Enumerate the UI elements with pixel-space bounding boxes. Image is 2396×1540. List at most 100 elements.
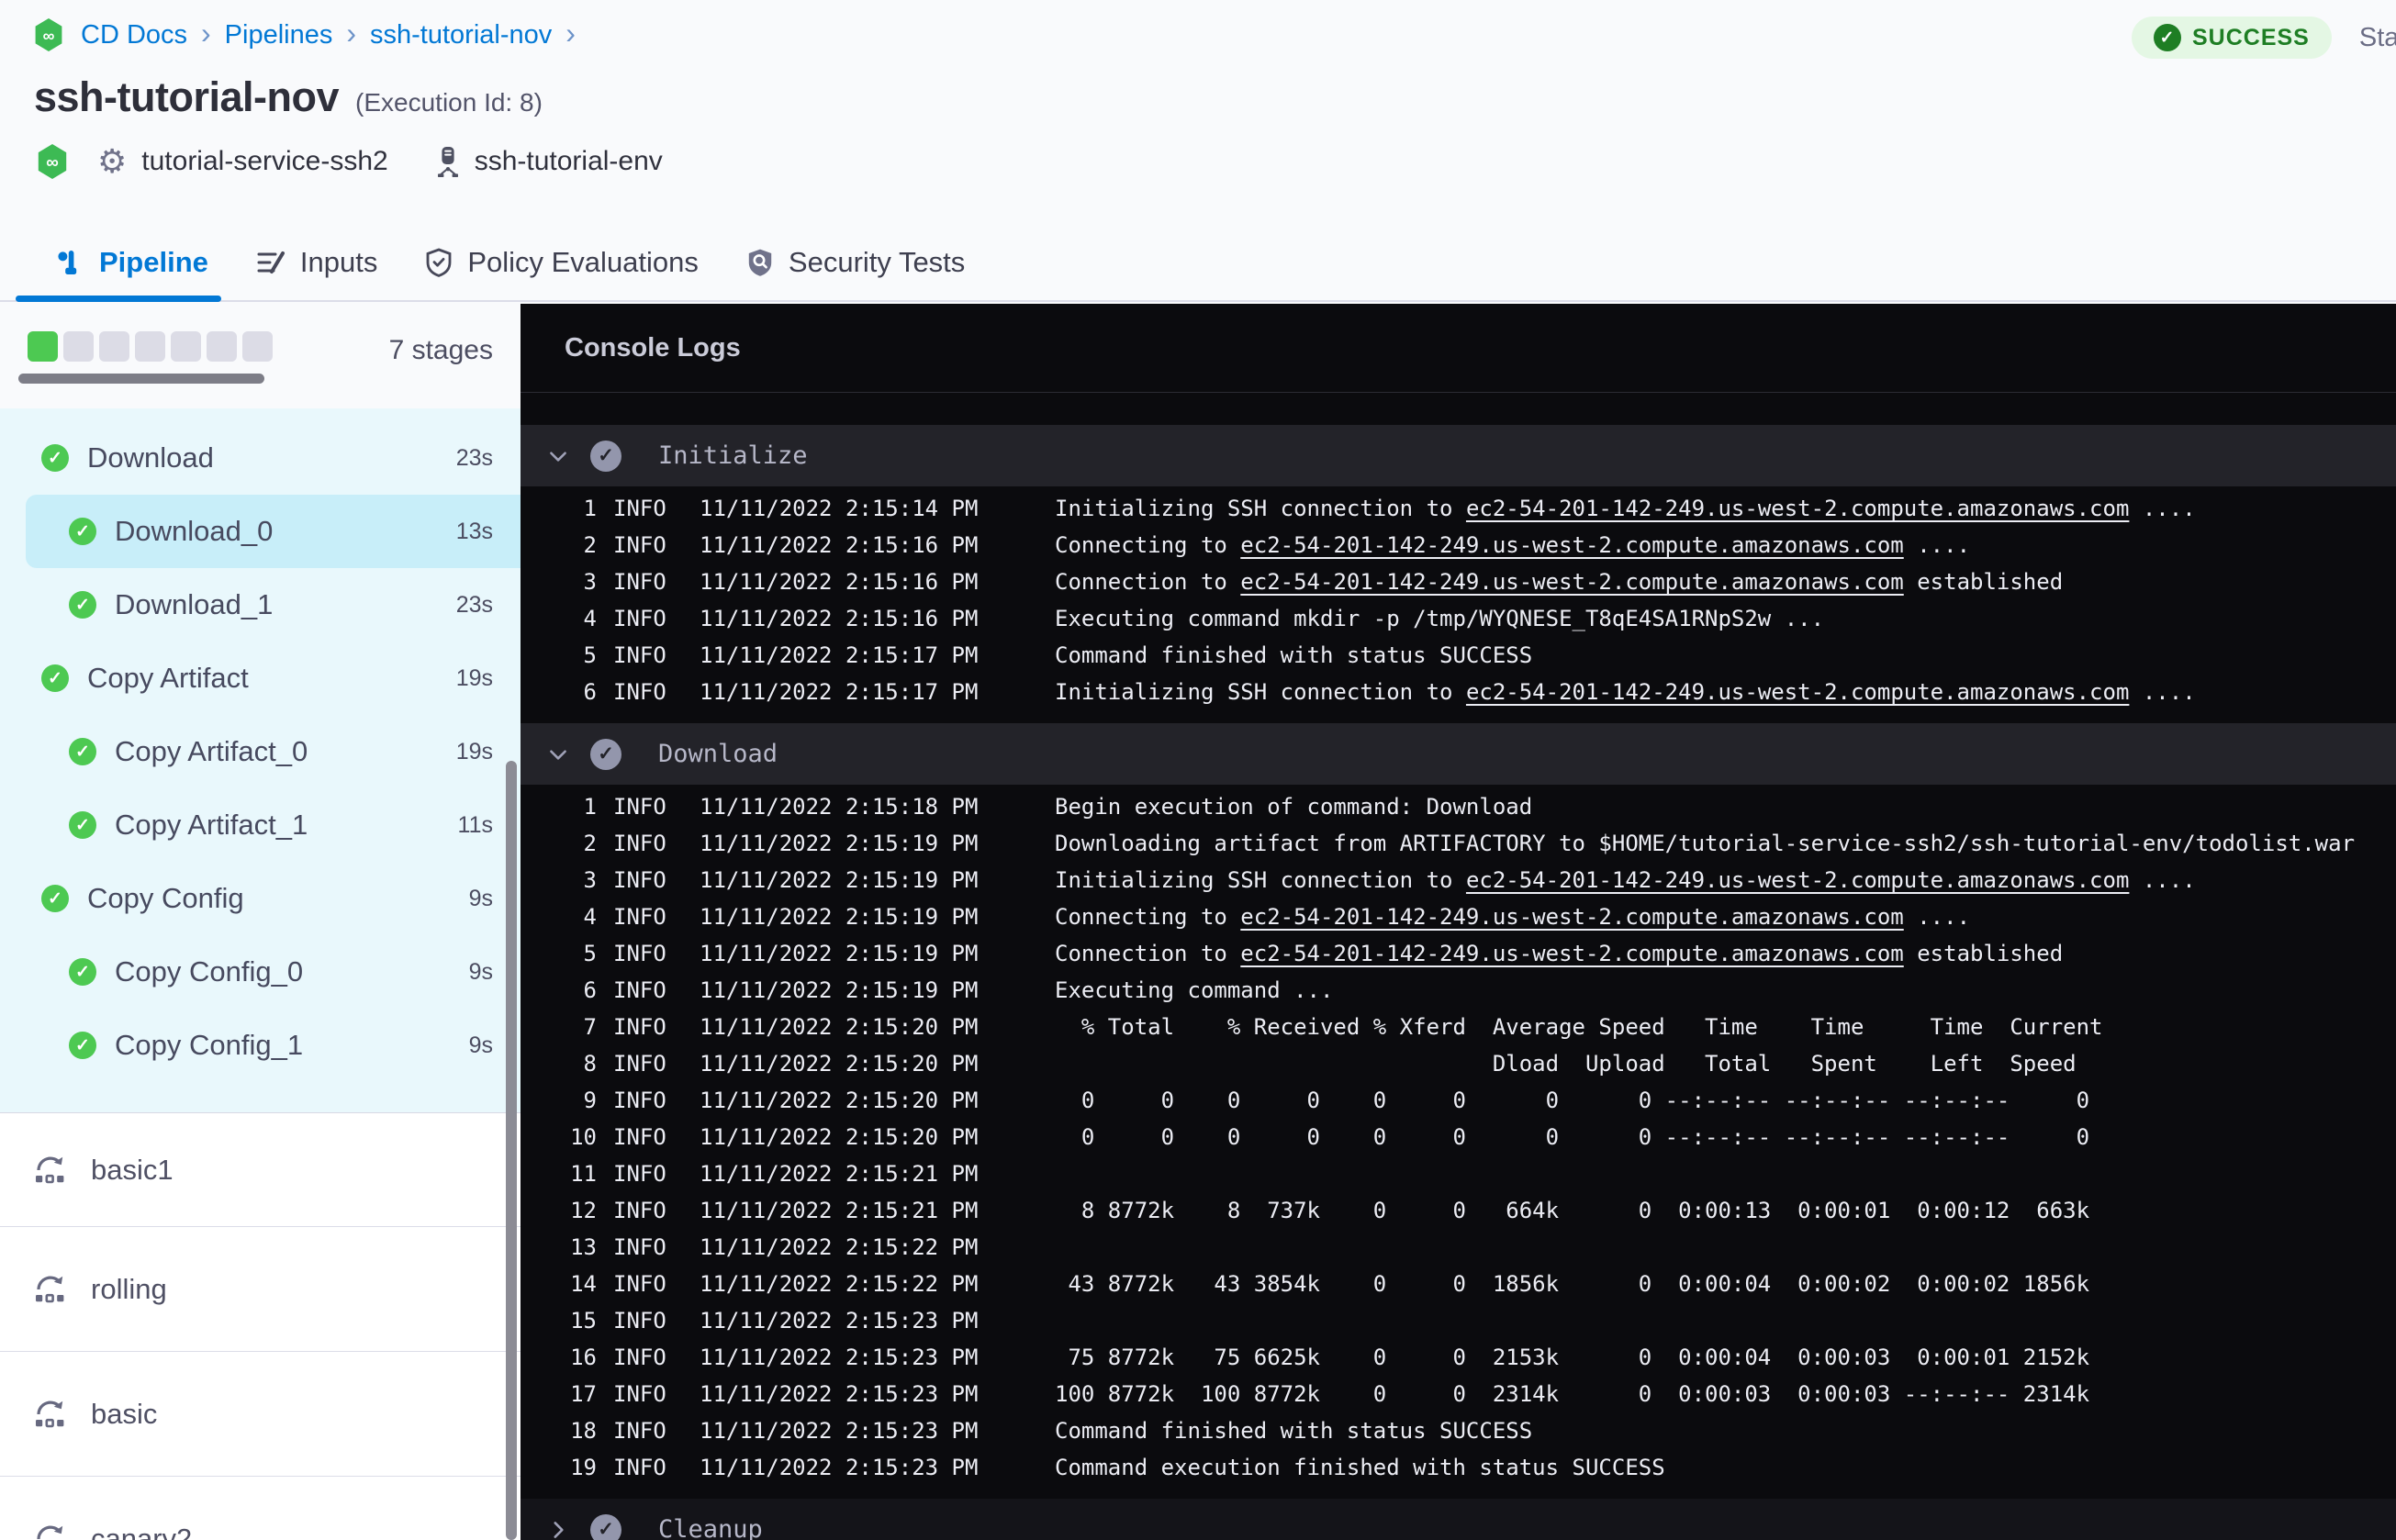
chevron-down-icon[interactable]	[546, 444, 570, 468]
tab-pipeline[interactable]: Pipeline	[16, 225, 221, 302]
log-line: 17 INFO 11/11/2022 2:15:23 PM 100 8772k 100…	[521, 1376, 2396, 1412]
log-level: INFO	[613, 1161, 666, 1187]
log-message: 0 0 0 0 0 0 0 0 --:--:-- --:--:-- --:--:…	[1055, 1124, 2090, 1150]
log-level: INFO	[613, 867, 666, 893]
tab-policy-evaluations[interactable]: Policy Evaluations	[425, 225, 699, 300]
breadcrumb-cd-docs[interactable]: CD Docs	[81, 20, 187, 50]
log-host-link[interactable]: ec2-54-201-142-249.us-west-2.compute.ama…	[1466, 867, 2129, 893]
log-host-link[interactable]: ec2-54-201-142-249.us-west-2.compute.ama…	[1240, 904, 1903, 930]
log-lines: 1 INFO 11/11/2022 2:15:14 PM Initializing S…	[521, 486, 2396, 718]
log-line-number: 6	[583, 977, 597, 1003]
log-section-header-cleanup[interactable]: ✓ Cleanup	[521, 1499, 2396, 1540]
rolling-deploy-icon	[32, 1272, 69, 1307]
service-name[interactable]: tutorial-service-ssh2	[141, 146, 387, 177]
stage-name: Copy Config_1	[115, 1029, 304, 1061]
log-timestamp: 11/11/2022 2:15:22 PM	[700, 1271, 979, 1297]
pipeline-item-basic1[interactable]: basic1	[0, 1113, 521, 1227]
log-message: Command finished with status SUCCESS	[1055, 1418, 1533, 1444]
log-message: Connecting to ec2-54-201-142-249.us-west…	[1055, 532, 1971, 558]
log-level: INFO	[613, 1455, 666, 1480]
log-line: 6 INFO 11/11/2022 2:15:19 PM Executing comm…	[521, 972, 2396, 1009]
tab-security-tests[interactable]: Security Tests	[746, 225, 965, 300]
stage-sidebar: 7 stages ✓ Download 23s ✓ Download_0 13s ✓ Down…	[0, 304, 521, 1540]
log-host-link[interactable]: ec2-54-201-142-249.us-west-2.compute.ama…	[1466, 496, 2129, 521]
pipeline-item-rolling[interactable]: rolling	[0, 1227, 521, 1352]
stage-duration: 9s	[468, 958, 493, 985]
breadcrumb-pipelines[interactable]: Pipelines	[225, 20, 333, 50]
breadcrumb-pipeline-name[interactable]: ssh-tutorial-nov	[370, 20, 552, 50]
log-timestamp: 11/11/2022 2:15:16 PM	[700, 532, 979, 558]
stage-row-copy-artifact_1[interactable]: ✓ Copy Artifact_1 11s	[0, 788, 521, 862]
log-host-link[interactable]: ec2-54-201-142-249.us-west-2.compute.ama…	[1240, 532, 1903, 558]
stage-row-download[interactable]: ✓ Download 23s	[0, 421, 521, 495]
log-line-number: 4	[583, 606, 597, 631]
progress-segment	[171, 331, 201, 362]
stage-row-copy-artifact_0[interactable]: ✓ Copy Artifact_0 19s	[0, 715, 521, 788]
status-badge: ✓ SUCCESS	[2132, 17, 2332, 59]
stage-row-download_0[interactable]: ✓ Download_0 13s	[26, 495, 521, 568]
stage-name: Copy Artifact_1	[115, 809, 308, 841]
progress-segment	[99, 331, 129, 362]
log-line-number: 19	[570, 1455, 597, 1480]
log-line-number: 10	[570, 1124, 597, 1150]
console-body: ✓ Initialize 1 INFO 11/11/2022 2:15:14 PM Ini…	[521, 425, 2396, 1540]
log-line-number: 13	[570, 1234, 597, 1260]
environment-name[interactable]: ssh-tutorial-env	[475, 146, 663, 177]
log-line-number: 8	[583, 1051, 597, 1077]
chevron-down-icon[interactable]	[546, 742, 570, 766]
stage-duration: 9s	[468, 1032, 493, 1058]
log-timestamp: 11/11/2022 2:15:19 PM	[700, 941, 979, 966]
log-message: Connection to ec2-54-201-142-249.us-west…	[1055, 569, 2064, 595]
log-level: INFO	[613, 1418, 666, 1444]
log-message: 43 8772k 43 3854k 0 0 1856k 0 0:00:04 0:…	[1055, 1271, 2090, 1297]
pipeline-item-canary2[interactable]: canary2	[0, 1477, 521, 1540]
shield-magnifier-icon	[746, 248, 774, 277]
log-timestamp: 11/11/2022 2:15:20 PM	[700, 1124, 979, 1150]
log-line: 11 INFO 11/11/2022 2:15:21 PM	[521, 1155, 2396, 1192]
pipeline-name: basic	[91, 1397, 158, 1430]
log-line: 2 INFO 11/11/2022 2:15:19 PM Downloading ar…	[521, 825, 2396, 862]
log-message: Command execution finished with status S…	[1055, 1455, 1665, 1480]
stage-summary: 7 stages	[0, 304, 521, 408]
log-line: 1 INFO 11/11/2022 2:15:18 PM Begin executio…	[521, 788, 2396, 825]
svg-text:∞: ∞	[46, 153, 59, 173]
pipeline-name: rolling	[91, 1272, 167, 1305]
shield-check-icon	[425, 248, 453, 277]
log-level: INFO	[613, 1381, 666, 1407]
stage-row-copy-config_1[interactable]: ✓ Copy Config_1 9s	[0, 1009, 521, 1082]
log-timestamp: 11/11/2022 2:15:17 PM	[700, 642, 979, 668]
log-host-link[interactable]: ec2-54-201-142-249.us-west-2.compute.ama…	[1240, 569, 1903, 595]
console-panel: Console Logs ✓ Initialize 1 INFO 11/11/2022 …	[521, 304, 2396, 1540]
tab-label: Inputs	[299, 246, 378, 278]
log-line: 10 INFO 11/11/2022 2:15:20 PM 0 0 0 0 0 0 …	[521, 1119, 2396, 1155]
tab-inputs[interactable]: Inputs	[256, 225, 377, 300]
stage-row-copy-artifact[interactable]: ✓ Copy Artifact 19s	[0, 642, 521, 715]
pipeline-item-basic[interactable]: basic	[0, 1352, 521, 1477]
log-message: 75 8772k 75 6625k 0 0 2153k 0 0:00:04 0:…	[1055, 1345, 2090, 1370]
log-section-header-download[interactable]: ✓ Download	[521, 723, 2396, 785]
chevron-right-icon[interactable]	[546, 1518, 570, 1540]
log-level: INFO	[613, 1124, 666, 1150]
log-section-title: Download	[658, 740, 778, 768]
success-check-icon: ✓	[41, 444, 69, 472]
log-section-header-initialize[interactable]: ✓ Initialize	[521, 425, 2396, 486]
log-message: 8 8772k 8 737k 0 0 664k 0 0:00:13 0:00:0…	[1055, 1198, 2090, 1223]
stage-row-copy-config[interactable]: ✓ Copy Config 9s	[0, 862, 521, 935]
progress-scrollbar[interactable]	[18, 374, 264, 384]
stage-row-copy-config_0[interactable]: ✓ Copy Config_0 9s	[0, 935, 521, 1009]
log-host-link[interactable]: ec2-54-201-142-249.us-west-2.compute.ama…	[1466, 679, 2129, 705]
stage-row-download_1[interactable]: ✓ Download_1 23s	[0, 568, 521, 642]
log-timestamp: 11/11/2022 2:15:17 PM	[700, 679, 979, 705]
success-check-icon: ✓	[590, 440, 621, 472]
log-line: 3 INFO 11/11/2022 2:15:16 PM Connection to …	[521, 564, 2396, 600]
success-check-icon: ✓	[69, 1032, 96, 1059]
success-check-icon: ✓	[69, 811, 96, 839]
app-root: ∞ CD Docs › Pipelines › ssh-tutorial-nov…	[0, 0, 2396, 1540]
log-host-link[interactable]: ec2-54-201-142-249.us-west-2.compute.ama…	[1240, 941, 1903, 966]
sidebar-scrollbar[interactable]	[506, 761, 517, 1540]
log-message: % Total % Received % Xferd Average Speed…	[1055, 1014, 2103, 1040]
log-level: INFO	[613, 1345, 666, 1370]
log-level: INFO	[613, 1051, 666, 1077]
log-timestamp: 11/11/2022 2:15:22 PM	[700, 1234, 979, 1260]
breadcrumb: ∞ CD Docs › Pipelines › ssh-tutorial-nov…	[34, 18, 576, 51]
